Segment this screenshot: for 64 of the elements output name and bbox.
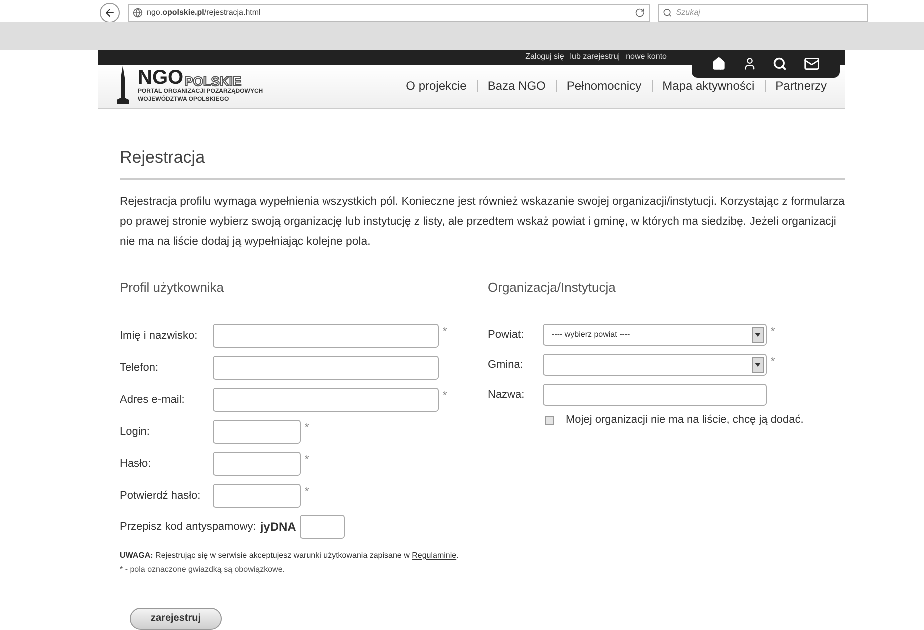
nav-link[interactable]: Pełnomocnicy [566,77,642,96]
nav-link[interactable]: O projekcie [406,77,467,96]
section-heading: Profil użytkownika [120,279,226,298]
search-field[interactable]: Szukaj [658,4,868,22]
checkbox[interactable] [545,416,554,425]
top-link[interactable]: Zaloguj się [526,51,564,64]
home-icon[interactable] [712,57,726,72]
intro-paragraph: Rejestracja profilu wymaga wypełnienia wszystkich pól. Konieczne jest również wskazanie swojej organizacji/instytucji. Korzystając z formularza po prawej stronie wybierz swoją organizację lub instytucję z listy, ale przedtem wskaż powiat i gminę, w których ma siedzibę. Jeżeli organizacji nie ma na liście dodaj ją wypełniając kolejne pola. [120,195,845,250]
footnote: * - pola oznaczone gwiazdką są obowiązkowe. [120,564,286,576]
section-heading: Organizacja/Instytucja [488,279,617,298]
top-link[interactable]: nowe konto [626,51,667,64]
text-field[interactable] [213,324,439,348]
field-label: Imię i nazwisko: [120,328,199,344]
antispam-code: jyDNA [260,518,296,536]
antispam-label: Przepisz kod antyspamowy: [120,520,256,535]
url-text: ngo.opolskie.pl/rejestracja.html [147,7,262,19]
back-button[interactable] [100,3,120,23]
field-label: Powiat: [488,328,526,343]
required-mark: * [305,452,310,468]
text-field[interactable] [213,388,439,412]
select-value: ---- wybierz powiat ---- [552,328,632,341]
field-label: Hasło: [120,456,152,472]
nav-link[interactable]: Mapa aktywności [662,77,755,96]
field-label: Potwierdź hasło: [120,488,202,504]
field-label: Adres e-mail: [120,392,186,408]
text-field[interactable] [213,484,301,508]
checkbox-label: Mojej organizacji nie ma na liście, chcę ją dodać. [566,412,804,428]
text-field[interactable] [213,420,301,444]
notice-text: UWAGA: Rejestrując się w serwisie akceptujesz warunki użytkowania zapisane w [120,550,411,560]
nav-link[interactable]: Partnerzy [776,77,827,96]
search-icon[interactable] [773,57,788,72]
text-field[interactable] [213,356,439,380]
page-title: Rejestracja [120,146,206,169]
register-button[interactable]: zarejestruj [130,608,222,630]
logo-text: NGO [138,68,184,88]
field-label: Login: [120,424,151,440]
select-field[interactable] [543,354,767,376]
globe-icon [133,8,143,18]
top-link[interactable]: lub zarejestruj [570,51,620,64]
required-mark: * [771,354,776,370]
required-mark: * [443,388,448,404]
field-label: Nazwa: [488,388,526,403]
field-label: Telefon: [120,360,160,376]
required-mark: * [305,420,310,436]
logo-subtext: POLSKIE [184,75,242,88]
field-label: Gmina: [488,358,524,373]
back-arrow-icon [104,7,116,19]
required-mark: * [305,484,310,500]
reload-icon[interactable] [635,8,645,18]
text-field[interactable] [543,384,767,406]
notice-period: . [456,550,459,560]
nav-link[interactable]: Baza NGO [488,77,546,96]
mail-icon[interactable] [804,56,820,72]
required-mark: * [443,324,448,340]
required-mark: * [771,324,776,340]
search-icon [663,8,672,18]
text-field[interactable] [213,452,301,476]
address-bar[interactable]: ngo.opolskie.pl/rejestracja.html [128,4,650,22]
tower-logo-icon [116,66,130,106]
search-input: Szukaj [676,7,863,19]
select-field[interactable]: ---- wybierz powiat ---- [543,324,767,346]
regulations-link[interactable]: Regulaminie [412,550,457,560]
antispam-field[interactable] [300,514,346,539]
user-icon[interactable] [742,57,757,72]
